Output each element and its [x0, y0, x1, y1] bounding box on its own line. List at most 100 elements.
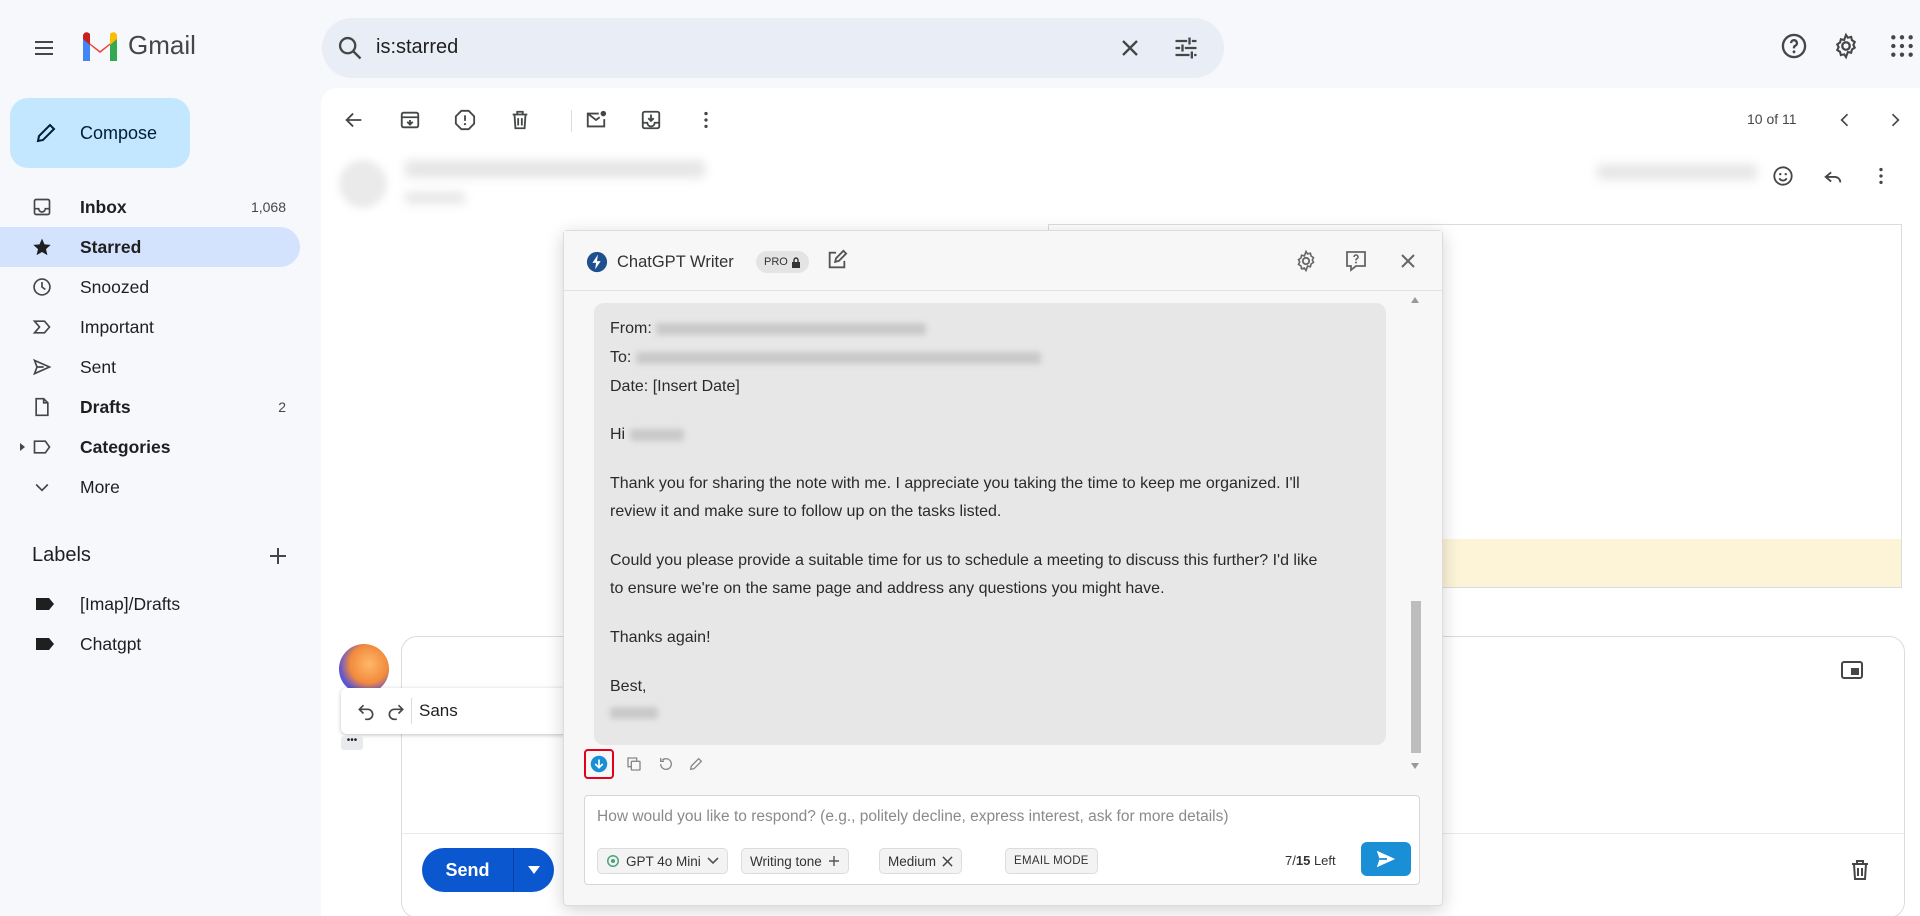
label-item-chatgpt[interactable]: Chatgpt: [0, 624, 300, 664]
writing-tone-button[interactable]: Writing tone: [741, 848, 849, 874]
to-line: To:: [610, 344, 1041, 372]
newer-button[interactable]: [1831, 106, 1859, 134]
label-icon: [33, 440, 51, 454]
trash-icon: [512, 110, 528, 130]
prompt-input-card: How would you like to respond? (e.g., po…: [584, 795, 1420, 885]
back-button[interactable]: [340, 106, 368, 134]
search-icon: [338, 36, 362, 60]
delete-button[interactable]: [506, 106, 534, 134]
more-actions-button[interactable]: [692, 106, 720, 134]
copy-icon[interactable]: [626, 756, 642, 772]
chevron-down-icon: [35, 483, 49, 492]
more-vert-icon: [704, 111, 708, 129]
paragraph-1-line-1: Thank you for sharing the note with me. …: [610, 475, 1300, 492]
sidebar-item-important[interactable]: Important: [0, 307, 300, 347]
sidebar-item-starred[interactable]: Starred: [0, 227, 300, 267]
generate-send-button[interactable]: [1361, 842, 1411, 876]
clock-icon: [33, 278, 51, 296]
prompt-input[interactable]: How would you like to respond? (e.g., po…: [597, 808, 1229, 826]
chevron-left-icon: [1840, 113, 1849, 127]
font-select[interactable]: Sans: [419, 701, 458, 721]
chevron-right-icon: [1891, 113, 1900, 127]
compose-button[interactable]: Compose: [10, 98, 190, 168]
gmail-logo[interactable]: Gmail: [80, 30, 196, 61]
close-icon[interactable]: [1396, 249, 1420, 273]
apps-grid-icon: [1891, 35, 1913, 57]
send-button[interactable]: Send: [422, 848, 554, 892]
reply-button[interactable]: [1819, 162, 1847, 190]
reply-icon: [1824, 171, 1842, 183]
new-chat-icon[interactable]: [826, 249, 848, 271]
signoff-line: Best,: [610, 678, 647, 695]
more-vert-icon: [1879, 167, 1883, 185]
sidebar-item-categories[interactable]: Categories: [0, 427, 300, 467]
undo-icon[interactable]: [355, 701, 377, 721]
labels-heading: Labels: [32, 544, 91, 566]
clear-search-icon[interactable]: [1116, 34, 1144, 62]
generated-reply: From: To: Date: [Insert Date] Hi Thank y…: [594, 303, 1386, 745]
sidebar-nav: Inbox 1,068 Starred Snoozed Important Se…: [0, 187, 300, 507]
send-label: Send: [422, 848, 514, 892]
label-tag-icon: [36, 598, 54, 610]
sender-name: [405, 160, 705, 178]
search-input[interactable]: is:starred: [376, 36, 458, 59]
inbox-icon: [33, 198, 51, 216]
fmt-divider: [411, 698, 412, 724]
send-icon: [33, 358, 52, 376]
gear-icon: [1835, 32, 1857, 60]
draft-icon: [35, 397, 49, 417]
settings-button[interactable]: [1830, 30, 1862, 62]
sidebar-item-inbox[interactable]: Inbox 1,068: [0, 187, 300, 227]
pencil-icon: [36, 123, 56, 143]
main-menu-button[interactable]: [24, 28, 64, 68]
pro-badge[interactable]: PRO: [756, 251, 809, 273]
message-date: [1597, 164, 1757, 180]
gear-icon[interactable]: [1294, 249, 1318, 273]
support-button[interactable]: [1778, 30, 1810, 62]
search-options-icon[interactable]: [1172, 34, 1200, 62]
older-button[interactable]: [1881, 106, 1909, 134]
archive-button[interactable]: [396, 106, 424, 134]
pop-out-icon[interactable]: [1840, 658, 1864, 682]
regenerate-icon[interactable]: [658, 756, 674, 772]
sidebar-item-sent[interactable]: Sent: [0, 347, 300, 387]
sidebar-item-more[interactable]: More: [0, 467, 300, 507]
more-formatting-button[interactable]: •••: [341, 736, 363, 750]
plus-icon: [828, 856, 839, 866]
mark-unread-icon: [586, 110, 607, 128]
edit-pencil-icon[interactable]: [688, 756, 704, 772]
arrow-left-icon: [345, 112, 362, 128]
mark-unread-button[interactable]: [582, 106, 610, 134]
chatgpt-writer-panel: ChatGPT Writer PRO From: To: Date: [Inse…: [563, 230, 1443, 906]
paper-plane-icon: [1376, 850, 1396, 868]
report-spam-button[interactable]: [451, 106, 479, 134]
create-label-button[interactable]: [266, 544, 290, 568]
add-reaction-button[interactable]: [1769, 162, 1797, 190]
avatar[interactable]: [339, 644, 389, 694]
email-mode-chip[interactable]: EMAIL MODE: [1005, 848, 1098, 874]
scrollbar-thumb[interactable]: [1411, 601, 1421, 753]
redo-icon[interactable]: [385, 701, 407, 721]
label-item-imap-drafts[interactable]: [Imap]/Drafts: [0, 584, 300, 624]
model-select[interactable]: GPT 4o Mini: [597, 848, 728, 874]
gpt-title: ChatGPT Writer: [617, 253, 734, 271]
search-bar[interactable]: is:starred: [322, 18, 1224, 78]
apps-button[interactable]: [1886, 30, 1918, 62]
toolbar-divider: [571, 110, 572, 132]
feedback-help-icon[interactable]: [1344, 249, 1368, 273]
star-icon: [33, 238, 51, 256]
expand-caret-icon[interactable]: [20, 443, 25, 451]
openai-icon: [607, 855, 619, 867]
sidebar-item-drafts[interactable]: Drafts 2: [0, 387, 300, 427]
insert-reply-button[interactable]: [584, 749, 614, 779]
sidebar-item-snoozed[interactable]: Snoozed: [0, 267, 300, 307]
message-more-button[interactable]: [1867, 162, 1895, 190]
move-to-button[interactable]: [637, 106, 665, 134]
usage-remaining: 7/15 Left: [1285, 853, 1336, 868]
archive-icon: [400, 111, 420, 129]
length-chip[interactable]: Medium: [879, 848, 963, 874]
discard-draft-icon[interactable]: [1848, 858, 1872, 882]
app-name: Gmail: [128, 30, 196, 60]
hamburger-icon: [35, 41, 53, 55]
recipient-line: [405, 192, 465, 204]
